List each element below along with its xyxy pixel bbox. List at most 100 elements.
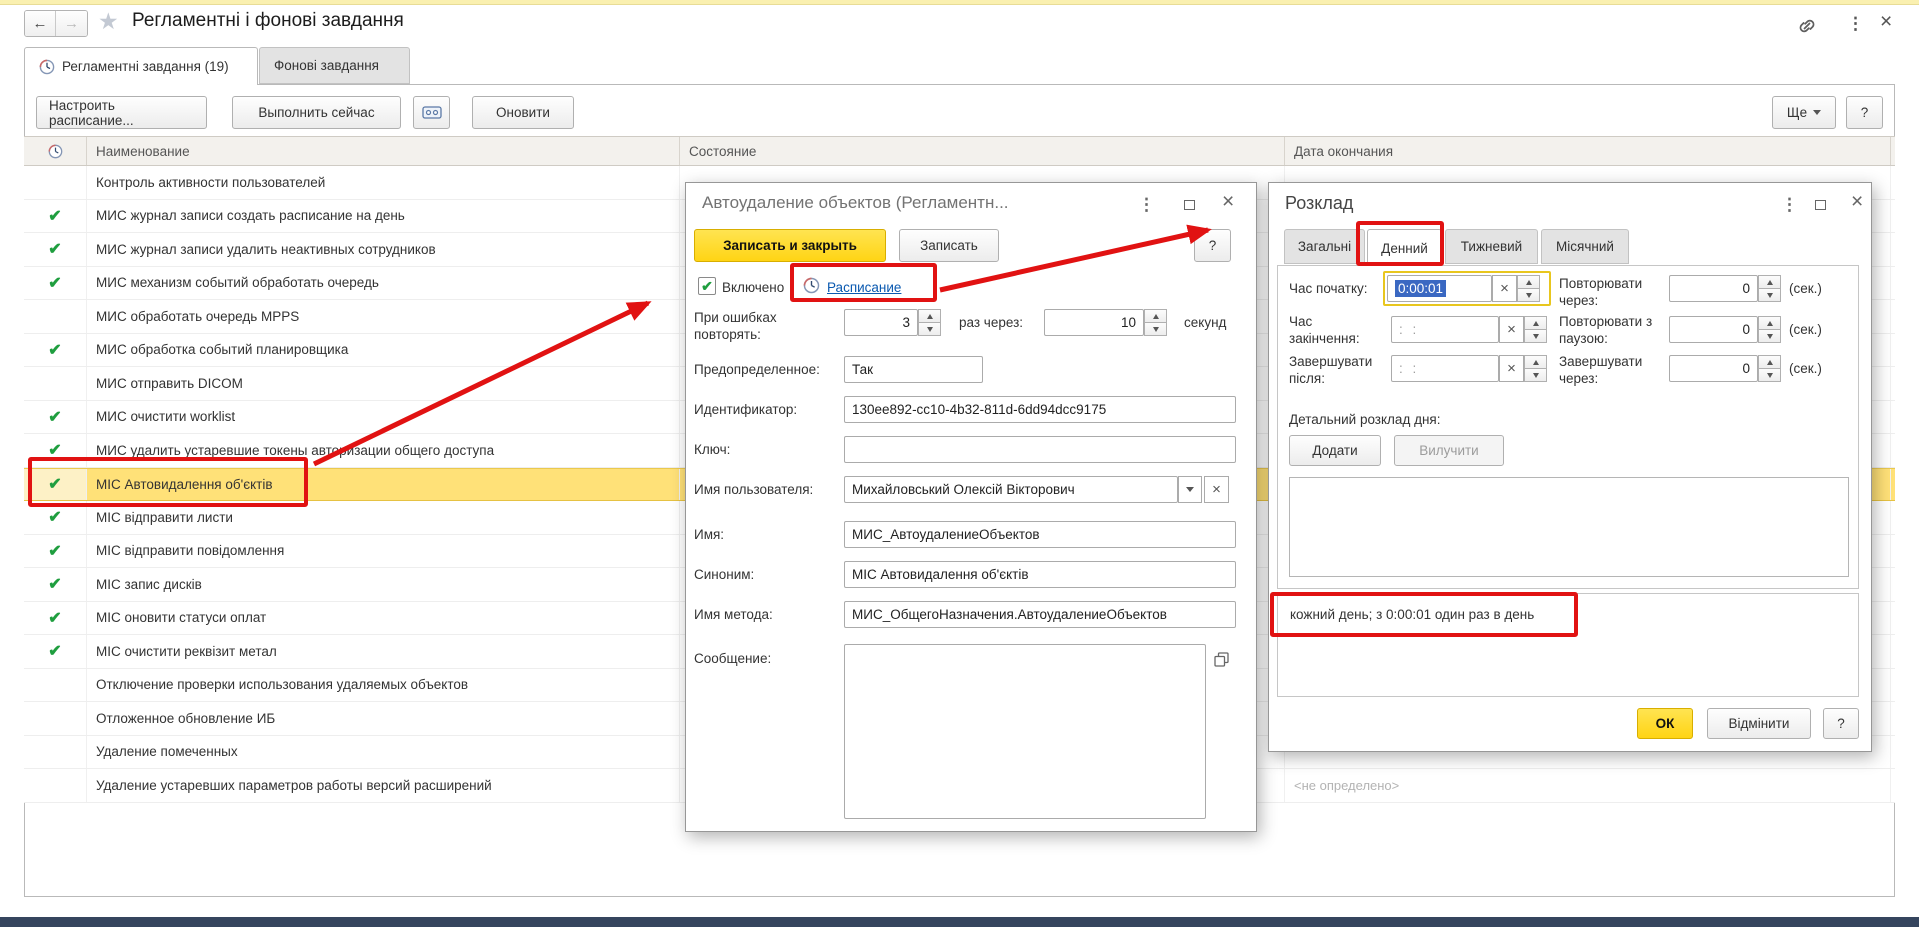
schedule-summary-text: кожний день; з 0:00:01 один раз в день xyxy=(1290,606,1534,623)
end-time-label: Час закінчення: xyxy=(1289,313,1381,347)
finish-after-clear-button[interactable]: × xyxy=(1499,355,1524,382)
repeat-pause-stepper[interactable] xyxy=(1758,316,1781,343)
job-dialog-maximize-icon[interactable] xyxy=(1184,198,1195,213)
column-name[interactable]: Наименование xyxy=(87,137,680,165)
finish-after-stepper[interactable] xyxy=(1524,355,1547,382)
more-button[interactable]: Ще xyxy=(1772,96,1836,129)
row-enabled-check-icon: ✔ xyxy=(24,434,87,467)
start-time-stepper[interactable] xyxy=(1517,275,1540,302)
column-state[interactable]: Состояние xyxy=(680,137,1285,165)
tab-background-jobs[interactable]: Фонові завдання xyxy=(259,47,410,84)
name-field[interactable]: МИС_АвтоудалениеОбъектов xyxy=(844,521,1236,548)
ok-button[interactable]: ОК xyxy=(1637,708,1693,739)
tab-scheduled-jobs[interactable]: Регламентні завдання (19) xyxy=(24,47,258,85)
favorite-star-icon[interactable]: ★ xyxy=(98,8,119,35)
repeat-every-stepper[interactable] xyxy=(1758,275,1781,302)
row-name: МІС відправити листи xyxy=(87,501,680,534)
row-name: Контроль активности пользователей xyxy=(87,166,680,199)
retry-interval-field[interactable]: 10 xyxy=(1044,309,1144,336)
finish-every-unit: (сек.) xyxy=(1789,360,1822,377)
schedule-dialog-close-icon[interactable]: × xyxy=(1851,192,1863,212)
row-name: Отключение проверки использования удаляе… xyxy=(87,669,680,702)
help-button[interactable]: ? xyxy=(1846,96,1883,129)
retry-interval-stepper[interactable] xyxy=(1144,309,1167,336)
repeat-pause-field[interactable]: 0 xyxy=(1669,316,1758,343)
username-dropdown-button[interactable] xyxy=(1178,476,1202,503)
identifier-field[interactable]: 130ee892-cc10-4b32-811d-6dd94dcc9175 xyxy=(844,396,1236,423)
username-clear-button[interactable]: × xyxy=(1204,476,1229,503)
back-button[interactable]: ← xyxy=(25,11,56,36)
background-job-icon-button[interactable] xyxy=(413,96,450,129)
schedule-help-button[interactable]: ? xyxy=(1823,708,1859,739)
repeat-pause-label: Повторювати з паузою: xyxy=(1559,313,1671,347)
window-menu-icon[interactable]: ⋮ xyxy=(1847,14,1864,34)
finish-every-stepper[interactable] xyxy=(1758,355,1781,382)
start-time-clear-button[interactable]: × xyxy=(1492,275,1517,302)
start-time-field[interactable]: 0:00:01 xyxy=(1387,275,1492,302)
tab-monthly[interactable]: Місячний xyxy=(1541,229,1629,264)
row-name: МІС відправити повідомлення xyxy=(87,535,680,568)
get-link-icon[interactable] xyxy=(1795,14,1819,41)
username-label: Имя пользователя: xyxy=(694,481,813,498)
end-time-stepper[interactable] xyxy=(1524,316,1547,343)
save-button[interactable]: Записать xyxy=(899,229,999,262)
key-field[interactable] xyxy=(844,436,1236,463)
window-close-icon[interactable]: × xyxy=(1880,12,1892,32)
finish-after-field[interactable]: : : xyxy=(1391,355,1499,382)
message-expand-icon[interactable] xyxy=(1209,647,1233,671)
row-name: Отложенное обновление ИБ xyxy=(87,702,680,735)
row-enabled-check-icon: ✔ xyxy=(24,267,87,300)
schedule-link[interactable]: Расписание xyxy=(827,279,901,296)
retry-count-field[interactable]: 3 xyxy=(844,309,918,336)
remove-button[interactable]: Вилучити xyxy=(1394,435,1504,466)
row-icon-cell xyxy=(24,769,87,802)
end-time-field[interactable]: : : xyxy=(1391,316,1499,343)
job-dialog-help-button[interactable]: ? xyxy=(1194,229,1231,262)
synonym-field[interactable]: МІС Автовидалення об'єктів xyxy=(844,561,1236,588)
detail-schedule-list[interactable] xyxy=(1289,477,1849,577)
schedule-dialog: Розклад ⋮ × Загальні Денний Тижневий Міс… xyxy=(1268,182,1872,752)
row-enabled-check-icon: ✔ xyxy=(24,334,87,367)
row-name: МИС обработка событий планировщика xyxy=(87,334,680,367)
app-window: ← → ★ Регламентні і фонові завдання ⋮ × … xyxy=(0,0,1919,927)
row-enabled-check-icon: ✔ xyxy=(24,401,87,434)
tab-general[interactable]: Загальні xyxy=(1284,229,1365,264)
detail-schedule-label: Детальний розклад дня: xyxy=(1289,411,1440,428)
row-name: Удаление устаревших параметров работы ве… xyxy=(87,769,680,802)
predefined-label: Предопределенное: xyxy=(694,361,820,378)
row-name: МИС отправить DICOM xyxy=(87,367,680,400)
retry-mid-label: раз через: xyxy=(959,314,1023,331)
save-and-close-button[interactable]: Записать и закрыть xyxy=(694,229,886,262)
enabled-checkbox[interactable]: ✔ xyxy=(698,277,716,295)
tab-weekly[interactable]: Тижневий xyxy=(1445,229,1538,264)
chevron-down-icon xyxy=(1813,110,1821,115)
finish-every-label: Завершувати через: xyxy=(1559,353,1671,387)
schedule-clock-icon xyxy=(803,277,820,297)
run-now-button[interactable]: Выполнить сейчас xyxy=(232,96,401,129)
message-textarea[interactable] xyxy=(844,644,1206,819)
tab-daily[interactable]: Денний xyxy=(1367,229,1442,266)
refresh-button[interactable]: Оновити xyxy=(472,96,574,129)
retry-count-stepper[interactable] xyxy=(918,309,941,336)
summary-box: кожний день; з 0:00:01 один раз в день xyxy=(1277,593,1859,697)
add-button[interactable]: Додати xyxy=(1289,435,1381,466)
schedule-dialog-maximize-icon[interactable] xyxy=(1815,198,1826,213)
row-name: МИС очистити worklist xyxy=(87,401,680,434)
schedule-dialog-menu-icon[interactable]: ⋮ xyxy=(1781,195,1798,215)
job-dialog-menu-icon[interactable]: ⋮ xyxy=(1138,195,1155,215)
row-enabled-check-icon: ✔ xyxy=(24,200,87,233)
forward-button[interactable]: → xyxy=(56,11,87,36)
end-time-clear-button[interactable]: × xyxy=(1499,316,1524,343)
column-clock-icon[interactable] xyxy=(24,137,87,165)
repeat-every-unit: (сек.) xyxy=(1789,280,1822,297)
row-name: МИС журнал записи удалить неактивных сот… xyxy=(87,233,680,266)
method-field[interactable]: МИС_ОбщегоНазначения.АвтоудалениеОбъекто… xyxy=(844,601,1236,628)
cancel-button[interactable]: Відмінити xyxy=(1707,708,1811,739)
repeat-every-field[interactable]: 0 xyxy=(1669,275,1758,302)
column-end-date[interactable]: Дата окончания xyxy=(1285,137,1891,165)
finish-every-field[interactable]: 0 xyxy=(1669,355,1758,382)
method-label: Имя метода: xyxy=(694,606,773,623)
username-combo[interactable]: Михайловський Олексій Вікторович xyxy=(844,476,1178,503)
configure-schedule-button[interactable]: Настроить расписание... xyxy=(36,96,207,129)
job-dialog-close-icon[interactable]: × xyxy=(1222,192,1234,212)
